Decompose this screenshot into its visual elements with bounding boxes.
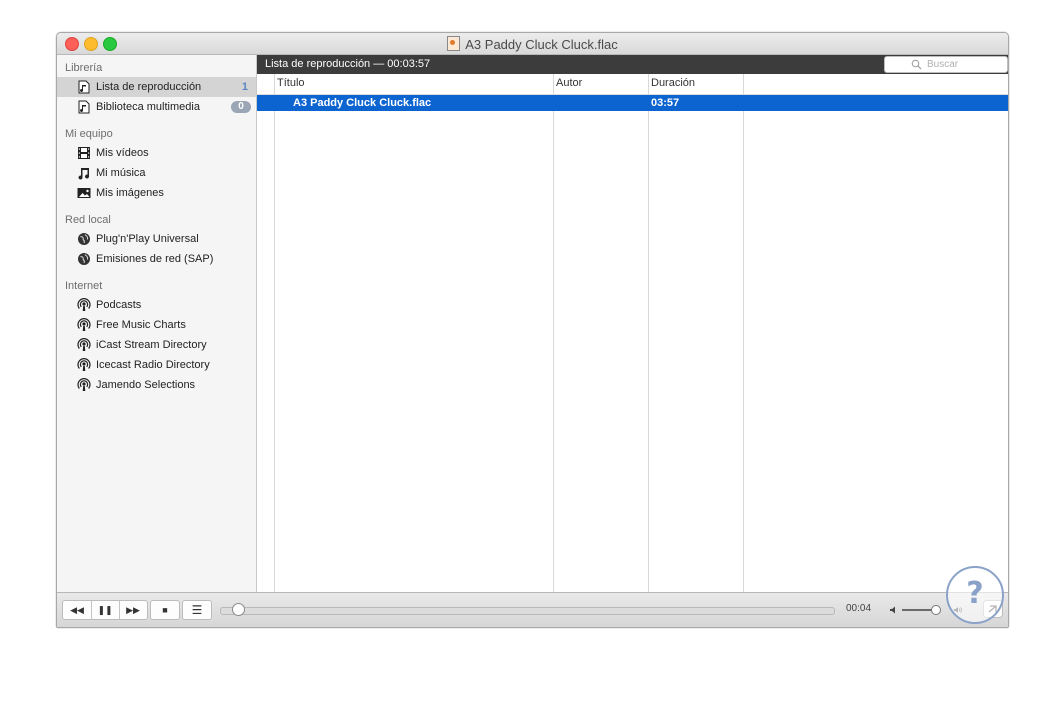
playback-controls: ◀◀ ❚❚ ▶▶ ■ ☰ 00:04	[57, 592, 1008, 627]
sidebar-item-label: iCast Stream Directory	[96, 339, 207, 351]
column-divider	[274, 74, 275, 592]
seek-bar[interactable]	[220, 607, 835, 615]
playlist-count: 1	[241, 81, 248, 93]
film-icon	[78, 147, 90, 159]
sidebar-item-jamendo[interactable]: Jamendo Selections	[57, 375, 256, 395]
sidebar-item-label: Plug'n'Play Universal	[96, 233, 199, 245]
sidebar-item-label: Icecast Radio Directory	[96, 359, 210, 371]
window-title-wrap: A3 Paddy Cluck Cluck.flac	[57, 36, 1008, 52]
podcast-icon	[77, 318, 91, 331]
sidebar-item-free-music-charts[interactable]: Free Music Charts	[57, 315, 256, 335]
column-author[interactable]: Autor	[556, 77, 582, 89]
sidebar-item-icecast[interactable]: Icecast Radio Directory	[57, 355, 256, 375]
image-icon	[77, 188, 91, 198]
sidebar-item-my-images[interactable]: Mis imágenes	[57, 183, 256, 203]
title-bar[interactable]: A3 Paddy Cluck Cluck.flac	[57, 33, 1008, 55]
playlist-file-icon	[78, 80, 90, 94]
podcast-icon	[77, 298, 91, 311]
section-libreria: Librería	[65, 62, 103, 74]
table-row[interactable]: A3 Paddy Cluck Cluck.flac 03:57	[257, 95, 1008, 111]
forward-button[interactable]: ▶▶	[119, 601, 147, 619]
playlist-header-bar: Lista de reproducción — 00:03:57 Buscar	[257, 55, 1008, 74]
row-duration: 03:57	[651, 97, 680, 109]
stop-button[interactable]: ■	[150, 600, 180, 620]
question-mark-icon: ?	[966, 576, 984, 611]
transport-segment: ◀◀ ❚❚ ▶▶	[62, 600, 148, 620]
search-input[interactable]: Buscar	[884, 56, 1008, 73]
sidebar-item-label: Lista de reproducción	[96, 81, 202, 93]
flac-file-icon	[447, 36, 461, 51]
sidebar-item-my-music[interactable]: Mi música	[57, 163, 256, 183]
podcast-icon	[77, 378, 91, 391]
help-watermark-logo: ?	[946, 566, 1004, 624]
volume-knob[interactable]	[931, 605, 941, 615]
column-divider	[743, 74, 744, 592]
playlist-toggle-button[interactable]: ☰	[182, 600, 212, 620]
podcast-icon	[77, 338, 91, 351]
column-title[interactable]: Título	[277, 77, 305, 89]
library-count-badge: 0	[231, 101, 251, 113]
sidebar-item-media-library[interactable]: Biblioteca multimedia 0	[57, 97, 256, 117]
column-duration[interactable]: Duración	[651, 77, 695, 89]
music-note-icon	[78, 168, 90, 180]
window-title: A3 Paddy Cluck Cluck.flac	[465, 37, 618, 52]
podcast-icon	[77, 358, 91, 371]
vlc-window: A3 Paddy Cluck Cluck.flac Librería Lista…	[56, 32, 1009, 628]
network-globe-icon	[78, 233, 90, 245]
sidebar-item-label: Free Music Charts	[96, 319, 186, 331]
sidebar-item-sap[interactable]: Emisiones de red (SAP)	[57, 249, 256, 269]
sidebar-item-podcasts[interactable]: Podcasts	[57, 295, 256, 315]
sidebar-item-label: Mis imágenes	[96, 187, 164, 199]
volume-low-icon	[890, 606, 895, 614]
playlist-panel: Lista de reproducción — 00:03:57 Buscar …	[257, 55, 1008, 592]
sidebar-item-label: Mi música	[96, 167, 146, 179]
elapsed-time: 00:04	[846, 603, 872, 614]
row-title: A3 Paddy Cluck Cluck.flac	[293, 97, 432, 109]
sidebar-item-label: Emisiones de red (SAP)	[96, 253, 214, 265]
sidebar-item-label: Biblioteca multimedia	[96, 101, 200, 113]
column-divider	[553, 74, 554, 592]
search-placeholder: Buscar	[927, 59, 959, 70]
column-header-row: Título Autor Duración	[257, 74, 1008, 95]
sidebar-item-my-videos[interactable]: Mis vídeos	[57, 143, 256, 163]
sidebar-item-icast[interactable]: iCast Stream Directory	[57, 335, 256, 355]
sidebar-item-label: Mis vídeos	[96, 147, 149, 159]
network-globe-icon	[78, 253, 90, 265]
pause-button[interactable]: ❚❚	[91, 601, 119, 619]
seek-knob[interactable]	[232, 603, 245, 616]
search-icon	[911, 59, 922, 70]
section-red-local: Red local	[65, 214, 111, 226]
section-mi-equipo: Mi equipo	[65, 128, 113, 140]
section-internet: Internet	[65, 280, 103, 292]
sidebar: Librería Lista de reproducción 1 Bibliot…	[57, 55, 257, 592]
playlist-title: Lista de reproducción — 00:03:57	[265, 58, 431, 70]
sidebar-item-playlist[interactable]: Lista de reproducción 1	[57, 77, 256, 97]
sidebar-item-upnp[interactable]: Plug'n'Play Universal	[57, 229, 256, 249]
sidebar-item-label: Jamendo Selections	[96, 379, 196, 391]
rewind-button[interactable]: ◀◀	[63, 601, 91, 619]
column-divider	[648, 74, 649, 592]
library-file-icon	[78, 100, 90, 114]
sidebar-item-label: Podcasts	[96, 299, 142, 311]
